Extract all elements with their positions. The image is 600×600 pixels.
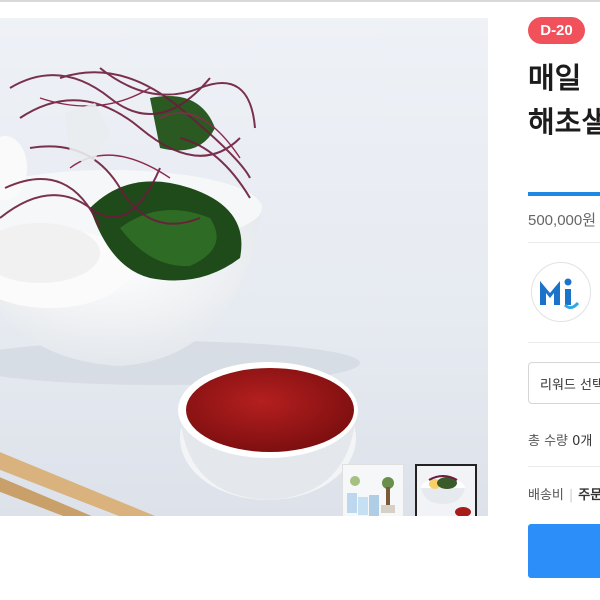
campaign-title-line-2: 해초샐 (528, 105, 600, 139)
total-quantity-value: 0개 (572, 434, 593, 449)
total-quantity: 총 수량 0개 (528, 430, 592, 449)
fund-button[interactable] (528, 524, 600, 578)
shipping-info: 배송비 | 주문 (528, 484, 600, 503)
funding-progress-bar (528, 192, 600, 196)
separator: | (568, 488, 574, 503)
campaign-title-line-1: 매일 (528, 61, 582, 95)
main-product-image (0, 18, 488, 516)
divider (528, 466, 600, 467)
divider (528, 242, 600, 243)
salad-thumbnail-image (417, 466, 475, 516)
maker-logo-icon (540, 278, 580, 309)
package-thumbnail-image (343, 465, 403, 516)
thumbnail-product-package[interactable] (342, 464, 404, 516)
funded-amount: 500,000원 (528, 212, 597, 229)
maker-profile-logo[interactable]: Mi (531, 262, 591, 322)
campaign-title: 매일 해초샐 (528, 56, 600, 144)
divider (528, 342, 600, 343)
shipping-label: 배송비 (528, 488, 564, 503)
d-day-badge: D-20 (528, 17, 585, 44)
window-top-border (0, 0, 600, 2)
seaweed-salad-illustration (0, 67, 360, 516)
reward-select-dropdown[interactable]: 리워드 선택 (528, 362, 600, 404)
thumbnail-salad-bowl[interactable] (415, 464, 477, 516)
funding-progress-fill (528, 192, 600, 196)
total-quantity-label: 총 수량 (528, 434, 569, 449)
shipping-value: 주문 (578, 488, 600, 503)
